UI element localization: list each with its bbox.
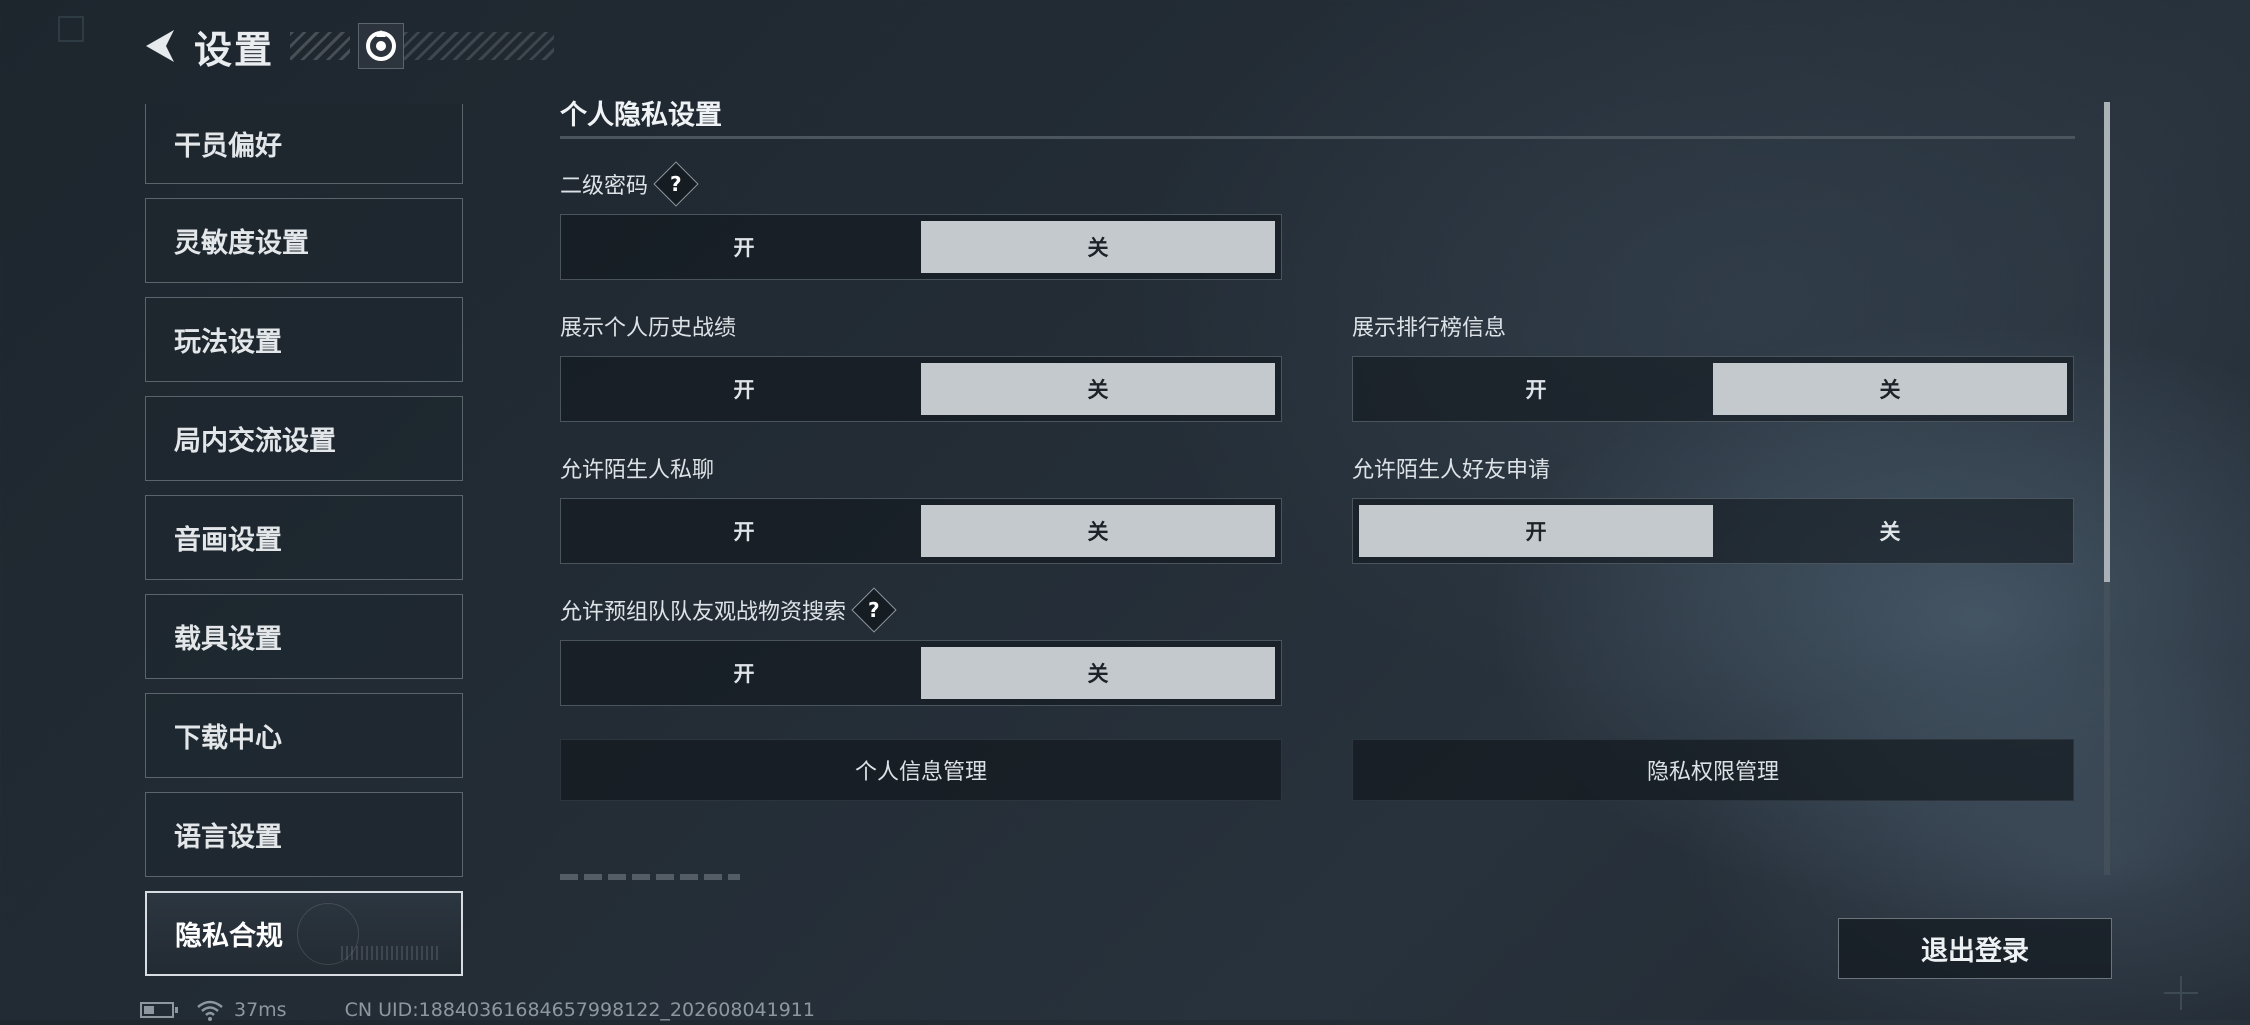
option-off[interactable]: 关 xyxy=(1713,363,2067,415)
sidebar-item-label: 局内交流设置 xyxy=(174,426,336,457)
header-hatch-decoration-2 xyxy=(404,32,555,60)
page-title: 设置 xyxy=(194,27,275,72)
section-title: 个人隐私设置 xyxy=(560,100,722,131)
option-off[interactable]: 关 xyxy=(921,221,1275,273)
setting-label: 允许陌生人私聊 xyxy=(560,458,715,483)
status-bar: 37ms CN UID:18840361684657998122_2026080… xyxy=(140,995,815,1025)
sidebar-item-label: 音画设置 xyxy=(174,525,282,556)
plus-decoration xyxy=(2164,976,2198,1010)
corner-decoration xyxy=(58,16,84,42)
privacy-settings-panel: 个人隐私设置 二级密码 ? 开 关 展示个人历史战绩 开 关 展示排行榜信息 开… xyxy=(560,96,2075,880)
sidebar-item-label: 隐私合规 xyxy=(175,921,283,952)
setting-label-stranger-friend-request: 允许陌生人好友申请 xyxy=(1352,451,1550,485)
sidebar-item-privacy[interactable]: 隐私合规 xyxy=(145,891,463,976)
header-hatch-decoration xyxy=(290,32,351,60)
option-on[interactable]: 开 xyxy=(567,221,921,273)
sidebar-item-gameplay[interactable]: 玩法设置 xyxy=(145,297,463,382)
header: 设置 xyxy=(138,20,555,72)
section-divider xyxy=(560,136,2075,139)
help-button[interactable]: ? xyxy=(851,587,897,633)
setting-label-stranger-chat: 允许陌生人私聊 xyxy=(560,451,714,485)
active-item-stripes xyxy=(341,946,441,960)
back-arrow-icon xyxy=(146,30,174,62)
battery-icon xyxy=(140,1002,178,1018)
privacy-permission-management-button[interactable]: 隐私权限管理 xyxy=(1352,739,2074,801)
option-on[interactable]: 开 xyxy=(567,363,921,415)
setting-label-teammate-spectate: 允许预组队队友观战物资搜索 ? xyxy=(560,587,897,633)
setting-label: 允许预组队队友观战物资搜索 xyxy=(560,600,847,625)
sidebar-item-label: 玩法设置 xyxy=(174,327,282,358)
logo-icon xyxy=(366,30,397,61)
option-on[interactable]: 开 xyxy=(567,505,921,557)
scrollbar[interactable] xyxy=(2104,102,2110,875)
setting-label-show-history: 展示个人历史战绩 xyxy=(560,309,736,343)
ping-value: 37ms xyxy=(234,999,287,1021)
option-off[interactable]: 关 xyxy=(921,647,1275,699)
sidebar-item-sensitivity[interactable]: 灵敏度设置 xyxy=(145,198,463,283)
uid-text: CN UID:18840361684657998122_202608041911 xyxy=(344,999,815,1021)
toggle-secondary-password: 开 关 xyxy=(560,214,1282,280)
setting-label-secondary-password: 二级密码 ? xyxy=(560,161,699,207)
sidebar-item-label: 载具设置 xyxy=(174,624,282,655)
next-section-title-cut xyxy=(560,866,740,880)
sidebar-item-label: 灵敏度设置 xyxy=(174,228,309,259)
sidebar-item-operator-preference[interactable]: 干员偏好 xyxy=(145,104,463,184)
logo-button[interactable] xyxy=(358,23,405,69)
toggle-show-leaderboard: 开 关 xyxy=(1352,356,2074,422)
toggle-teammate-spectate: 开 关 xyxy=(560,640,1282,706)
option-off[interactable]: 关 xyxy=(921,363,1275,415)
help-icon: ? xyxy=(670,171,682,196)
sidebar: 干员偏好 灵敏度设置 玩法设置 局内交流设置 音画设置 载具设置 下载中心 语言… xyxy=(145,104,463,990)
help-button[interactable]: ? xyxy=(653,161,699,207)
sidebar-item-label: 下载中心 xyxy=(174,723,282,754)
sidebar-item-label: 语言设置 xyxy=(174,822,282,853)
help-icon: ? xyxy=(868,597,880,622)
toggle-stranger-friend-request: 开 关 xyxy=(1352,498,2074,564)
logout-button[interactable]: 退出登录 xyxy=(1838,918,2112,979)
sidebar-item-label: 干员偏好 xyxy=(174,131,282,162)
setting-label: 展示个人历史战绩 xyxy=(560,316,737,341)
setting-label: 允许陌生人好友申请 xyxy=(1352,458,1551,483)
back-button[interactable] xyxy=(138,24,182,68)
sidebar-item-communication[interactable]: 局内交流设置 xyxy=(145,396,463,481)
toggle-show-history: 开 关 xyxy=(560,356,1282,422)
scrollbar-thumb[interactable] xyxy=(2104,102,2110,582)
option-on[interactable]: 开 xyxy=(1359,505,1713,557)
option-off[interactable]: 关 xyxy=(921,505,1275,557)
sidebar-item-language[interactable]: 语言设置 xyxy=(145,792,463,877)
setting-label: 展示排行榜信息 xyxy=(1352,316,1507,341)
option-on[interactable]: 开 xyxy=(567,647,921,699)
sidebar-item-vehicle[interactable]: 载具设置 xyxy=(145,594,463,679)
wifi-icon xyxy=(196,998,224,1022)
sidebar-item-audio-video[interactable]: 音画设置 xyxy=(145,495,463,580)
personal-info-management-button[interactable]: 个人信息管理 xyxy=(560,739,1282,801)
sidebar-item-download-center[interactable]: 下载中心 xyxy=(145,693,463,778)
option-off[interactable]: 关 xyxy=(1713,505,2067,557)
toggle-stranger-chat: 开 关 xyxy=(560,498,1282,564)
option-on[interactable]: 开 xyxy=(1359,363,1713,415)
setting-label-show-leaderboard: 展示排行榜信息 xyxy=(1352,309,1506,343)
setting-label: 二级密码 xyxy=(560,174,649,199)
